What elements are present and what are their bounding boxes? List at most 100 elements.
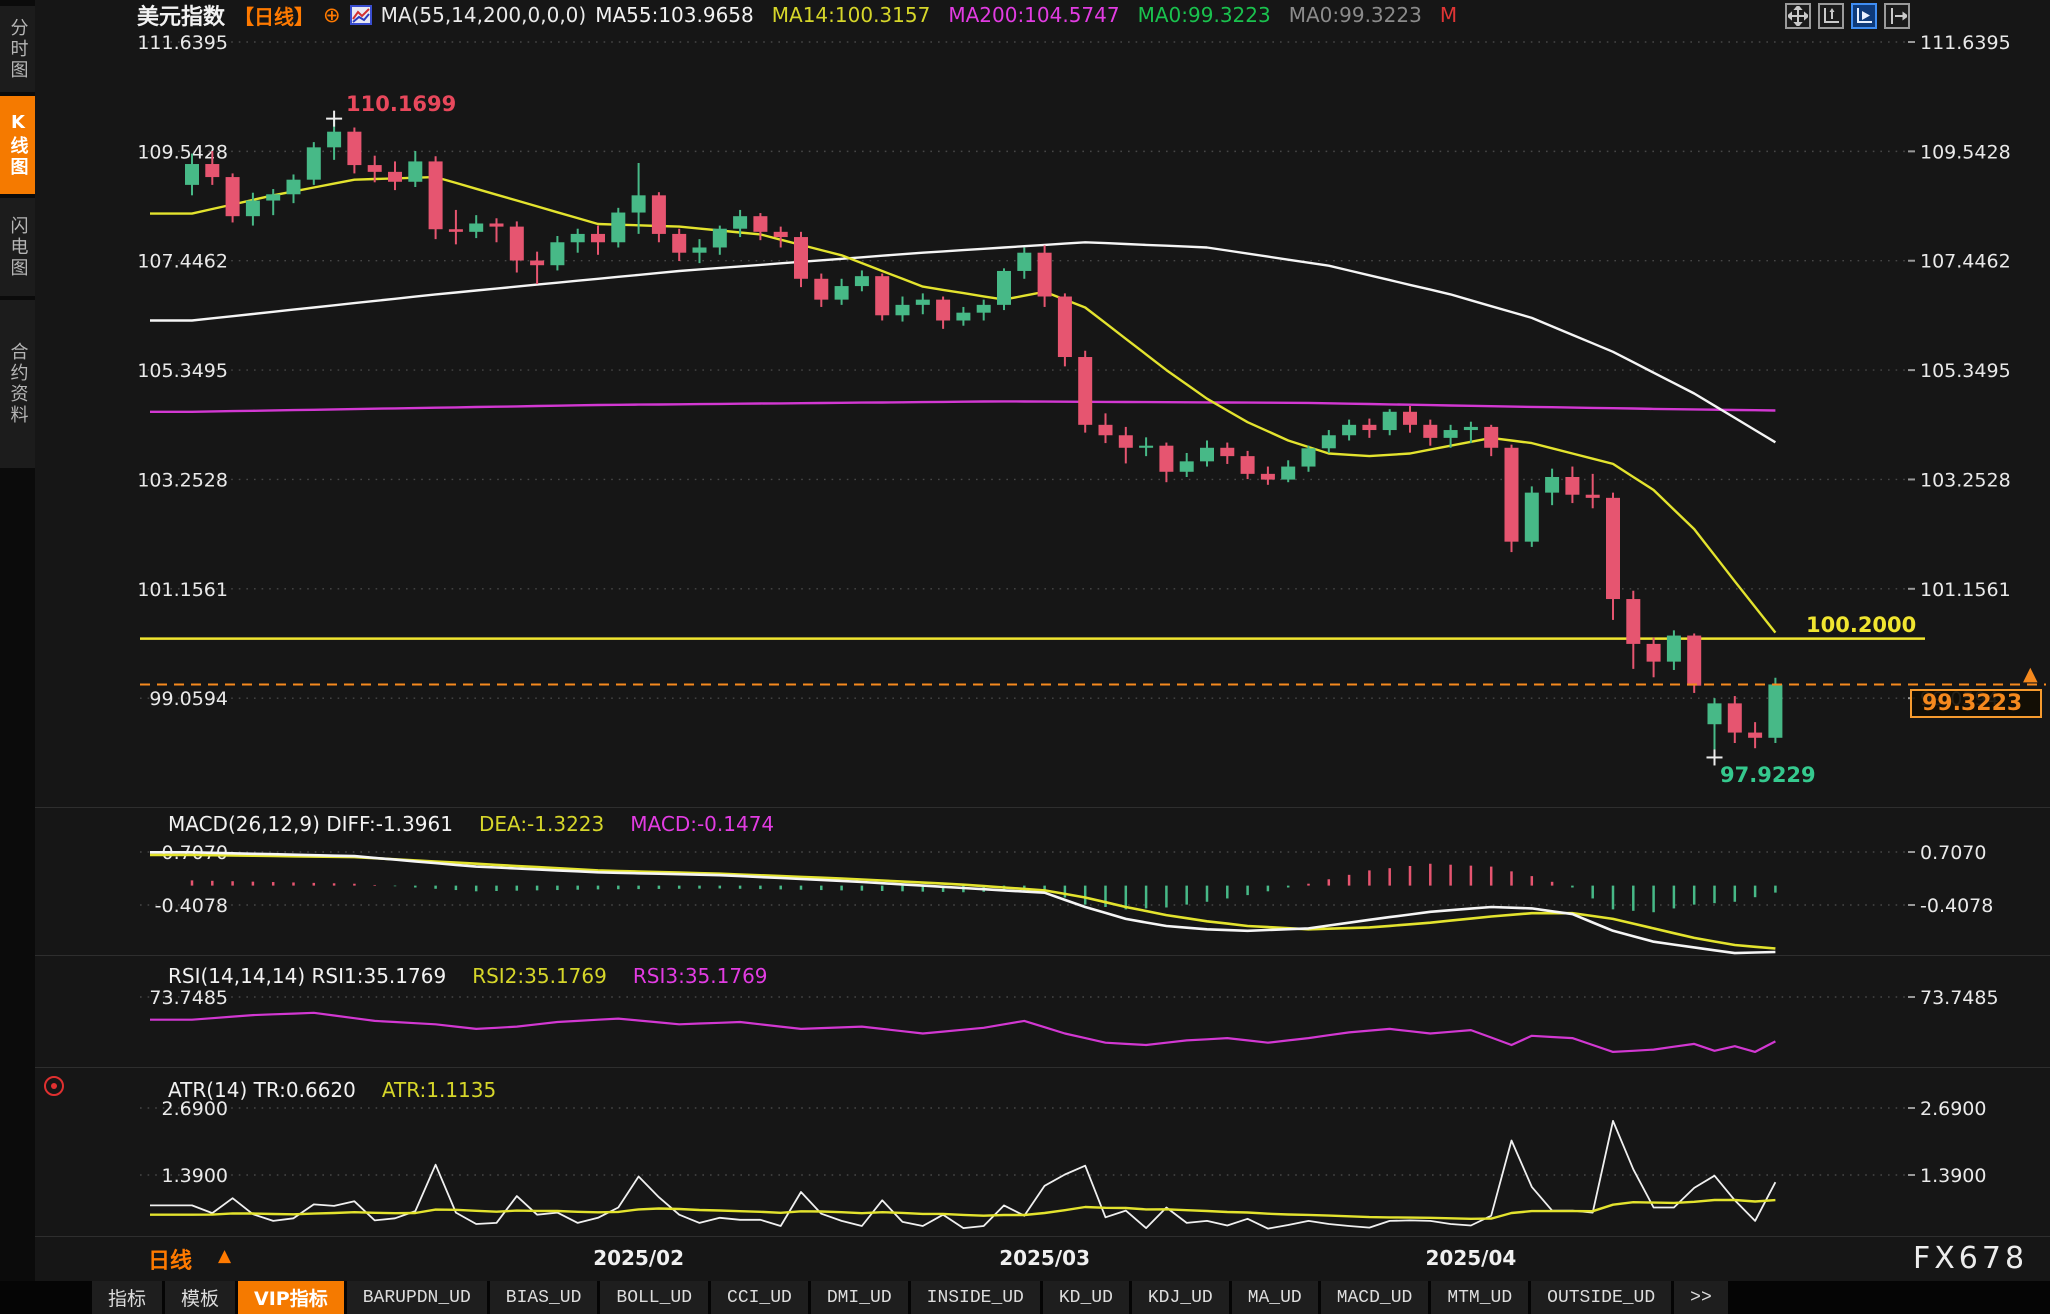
candle	[530, 261, 544, 266]
sidebar-item-1[interactable]: 分时图	[0, 6, 35, 92]
svg-text:-0.4078: -0.4078	[155, 895, 228, 917]
period-selector[interactable]: 日线	[148, 1243, 192, 1275]
macd-labels-part-3: MACD:-0.1474	[630, 812, 774, 836]
candle	[774, 232, 788, 237]
circle-plus-icon[interactable]: ⊕	[323, 3, 341, 27]
x-axis-date: 2025/02	[584, 1246, 694, 1270]
candle	[713, 229, 727, 248]
toolbar-button-mtm_ud[interactable]: MTM_UD	[1431, 1281, 1528, 1314]
app-window: 分时图 K线图闪电图合约资料 美元指数 【日线】 ⊕ MA(55,14,200,0…	[0, 0, 2050, 1314]
candle	[1647, 644, 1661, 662]
candle	[1281, 467, 1295, 480]
candle	[1220, 448, 1234, 456]
candle	[1362, 425, 1376, 430]
record-dot-icon[interactable]	[44, 1076, 64, 1096]
resistance-level-label[interactable]: 100.2000	[1806, 613, 1916, 637]
rsi-labels-part-2: RSI2:35.1769	[472, 964, 607, 988]
price-up-arrow-icon: ▲	[2023, 663, 2038, 685]
candle	[469, 223, 483, 231]
candle	[287, 180, 301, 195]
candle	[1200, 448, 1214, 462]
x-axis-date: 2025/03	[990, 1246, 1100, 1270]
candle	[246, 201, 260, 217]
toolbar-button-kdj_ud[interactable]: KDJ_UD	[1132, 1281, 1229, 1314]
candle	[733, 216, 747, 229]
candle	[896, 305, 910, 315]
candle	[550, 242, 564, 265]
candle	[490, 223, 504, 226]
toolbar-button-outside_ud[interactable]: OUTSIDE_UD	[1531, 1281, 1671, 1314]
candle	[1058, 297, 1072, 358]
svg-text:109.5428: 109.5428	[1920, 141, 2011, 163]
macd-labels-part-1: MACD(26,12,9) DIFF:-1.3961	[168, 812, 453, 836]
toolbar-button-boll_ud[interactable]: BOLL_UD	[600, 1281, 708, 1314]
ma55-line	[150, 242, 1775, 442]
candle	[1667, 636, 1681, 662]
candle	[1708, 703, 1722, 724]
sidebar-item-2[interactable]: K线图	[0, 96, 35, 194]
candle	[1484, 427, 1498, 448]
atr-labels-part-1: ATR(14) TR:0.6620	[168, 1078, 356, 1102]
mini-chart-icon[interactable]	[350, 5, 372, 25]
candle	[916, 300, 930, 305]
sidebar-item-3[interactable]: 闪电图	[0, 198, 35, 296]
candle	[388, 172, 402, 182]
svg-text:105.3495: 105.3495	[137, 360, 228, 382]
candle	[1017, 253, 1031, 271]
candle	[855, 276, 869, 286]
toolbar-button-vip[interactable]: VIP指标	[238, 1281, 344, 1314]
chart-header: 美元指数 【日线】 ⊕ MA(55,14,200,0,0,0) MA55:103…	[35, 0, 2050, 30]
ma14-line	[150, 177, 1775, 632]
svg-text:1.3900: 1.3900	[162, 1165, 228, 1187]
toolbar-button-[interactable]: 指标	[92, 1281, 162, 1314]
last-price-box: 99.3223	[1910, 689, 2042, 718]
chart-canvas[interactable]: 111.6395111.6395109.5428109.5428107.4462…	[35, 30, 2050, 1236]
toolbar-button-bias_ud[interactable]: BIAS_UD	[490, 1281, 598, 1314]
toolbar-button-kd_ud[interactable]: KD_UD	[1043, 1281, 1129, 1314]
candles-series	[185, 119, 1782, 758]
crosshair-pan-icon[interactable]	[1785, 3, 1811, 29]
candle	[591, 234, 605, 242]
svg-text:1.3900: 1.3900	[1920, 1165, 1986, 1187]
candle	[1159, 446, 1173, 472]
toolbar-button-barupdn_ud[interactable]: BARUPDN_UD	[347, 1281, 487, 1314]
toolbar-button-[interactable]: >>	[1674, 1281, 1728, 1314]
macd-legend: MACD(26,12,9) DIFF:-1.3961DEA:-1.3223MAC…	[168, 812, 774, 836]
candle	[408, 161, 422, 181]
candle	[1728, 703, 1742, 732]
pane-shift-icon[interactable]	[1884, 3, 1910, 29]
axis-play-icon[interactable]	[1851, 3, 1877, 29]
candle	[672, 234, 686, 253]
toolbar-button-dmi_ud[interactable]: DMI_UD	[811, 1281, 908, 1314]
candle	[1261, 474, 1275, 480]
axis-zoom-icon[interactable]	[1818, 3, 1844, 29]
pane-separators	[35, 808, 2050, 1068]
candle	[1687, 636, 1701, 686]
candle	[347, 132, 361, 165]
candle	[936, 300, 950, 321]
candle	[835, 286, 849, 300]
candle	[1444, 430, 1458, 438]
toolbar-button-macd_ud[interactable]: MACD_UD	[1321, 1281, 1429, 1314]
low-price-label: 97.9229	[1720, 763, 1816, 787]
period-up-arrow-icon[interactable]: ▲	[218, 1246, 231, 1266]
ma-values: MA55:103.9658MA14:100.3157MA200:104.5747…	[595, 3, 1457, 27]
candle	[1038, 253, 1052, 297]
ma-value-1: MA55:103.9658	[595, 3, 754, 27]
candle	[205, 164, 219, 177]
candle	[449, 229, 463, 232]
candle	[1565, 477, 1579, 495]
toolbar-button-cci_ud[interactable]: CCI_UD	[711, 1281, 808, 1314]
candle	[1383, 412, 1397, 430]
ma-value-3: MA200:104.5747	[948, 3, 1119, 27]
toolbar-button-[interactable]: 模板	[165, 1281, 235, 1314]
candle	[1099, 425, 1113, 435]
candle	[429, 161, 443, 229]
candle	[1748, 733, 1762, 738]
candle	[693, 247, 707, 252]
sidebar-item-4[interactable]: 合约资料	[0, 300, 35, 468]
toolbar-button-inside_ud[interactable]: INSIDE_UD	[911, 1281, 1040, 1314]
toolbar-button-ma_ud[interactable]: MA_UD	[1232, 1281, 1318, 1314]
candle	[266, 194, 280, 200]
svg-text:109.5428: 109.5428	[137, 141, 228, 163]
